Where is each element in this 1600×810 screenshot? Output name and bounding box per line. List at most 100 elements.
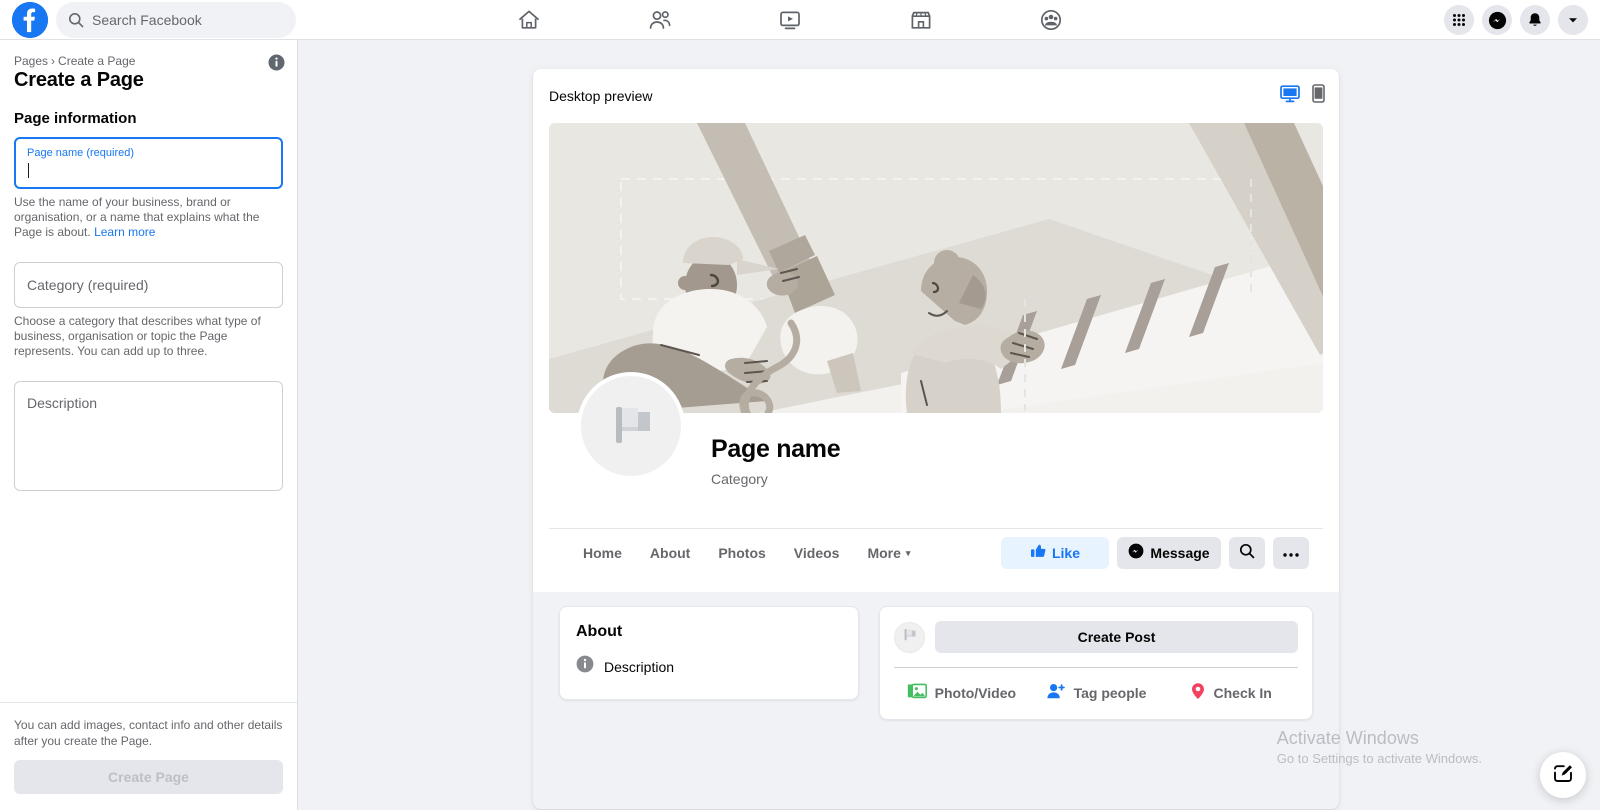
video-play-icon (777, 7, 803, 33)
photo-video-icon (907, 682, 927, 703)
topbar-right-group (1444, 0, 1588, 40)
like-button[interactable]: Like (1001, 537, 1109, 569)
tag-people-icon (1046, 682, 1066, 703)
tab-photos-label: Photos (718, 545, 765, 561)
photo-video-button[interactable]: Photo/Video (894, 676, 1029, 709)
nav-home-button[interactable] (500, 1, 558, 39)
sidebar-footer-note: You can add images, contact info and oth… (14, 717, 283, 749)
create-page-button[interactable]: Create Page (14, 760, 283, 794)
topbar-left-group: Search Facebook (0, 2, 296, 38)
desktop-preview-card: Desktop preview (533, 69, 1339, 809)
create-post-composer[interactable]: Create Post (935, 621, 1298, 653)
like-button-label: Like (1052, 545, 1080, 561)
preview-action-buttons: Like Message (1001, 537, 1309, 569)
preview-tabs-row: Home About Photos Videos More ▾ Like (549, 528, 1323, 576)
compose-fab-button[interactable] (1540, 752, 1586, 798)
mobile-phone-icon[interactable] (1312, 84, 1325, 108)
info-circle-icon (576, 655, 594, 678)
flag-placeholder-icon (901, 626, 918, 648)
search-placeholder: Search Facebook (92, 12, 202, 28)
top-navigation-bar: Search Facebook (0, 0, 1600, 40)
about-description-label: Description (604, 659, 674, 675)
groups-icon (1038, 7, 1064, 33)
preview-body-cards: About Description (559, 606, 1313, 720)
create-page-sidebar: Pages›Create a Page Create a Page Page i… (0, 40, 298, 810)
info-circle-icon[interactable] (268, 54, 285, 71)
page-name-input[interactable]: Page name (required) (14, 137, 283, 189)
message-button-label: Message (1150, 545, 1209, 561)
post-avatar[interactable] (894, 622, 925, 653)
grid-menu-button[interactable] (1444, 5, 1474, 35)
preview-header: Desktop preview (533, 69, 1339, 123)
sidebar-form-area: Pages›Create a Page Create a Page Page i… (0, 40, 297, 702)
friends-icon (647, 7, 673, 33)
description-placeholder: Description (27, 395, 97, 411)
notifications-button[interactable] (1520, 5, 1550, 35)
category-input[interactable]: Category (required) (14, 262, 283, 308)
page-title: Create a Page (14, 69, 283, 92)
messenger-icon (1128, 543, 1144, 562)
tab-more-label: More (867, 545, 900, 561)
nav-watch-button[interactable] (761, 1, 819, 39)
profile-header-row: Page name Category (549, 413, 1323, 528)
photo-video-label: Photo/Video (935, 685, 1016, 701)
sidebar-footer: You can add images, contact info and oth… (0, 702, 297, 810)
preview-search-button[interactable] (1229, 537, 1265, 569)
marketplace-store-icon (908, 7, 934, 33)
create-post-actions: Photo/Video Tag people Check In (894, 667, 1298, 709)
about-card-title: About (576, 623, 842, 641)
category-placeholder: Category (required) (27, 277, 148, 293)
tab-more[interactable]: More ▾ (855, 537, 922, 569)
description-input[interactable]: Description (14, 381, 283, 491)
tab-videos-label: Videos (794, 545, 840, 561)
account-menu-button[interactable] (1558, 5, 1588, 35)
location-pin-icon (1190, 682, 1206, 703)
nav-friends-button[interactable] (631, 1, 689, 39)
avatar[interactable] (577, 372, 685, 480)
create-post-card: Create Post Photo/Video Tag peop (879, 606, 1313, 720)
preview-header-title: Desktop preview (549, 88, 653, 104)
breadcrumb: Pages›Create a Page (14, 54, 283, 68)
create-post-top-row: Create Post (894, 621, 1298, 653)
home-icon (516, 7, 542, 33)
check-in-button[interactable]: Check In (1163, 676, 1298, 709)
messenger-button[interactable] (1482, 5, 1512, 35)
flag-placeholder-icon (604, 397, 658, 456)
check-in-label: Check In (1214, 685, 1272, 701)
page-name-floating-label: Page name (required) (27, 146, 270, 160)
tab-home-label: Home (583, 545, 622, 561)
preview-more-options-button[interactable] (1273, 537, 1309, 569)
facebook-logo-icon[interactable] (12, 2, 48, 38)
tab-videos[interactable]: Videos (782, 537, 852, 569)
preview-tabs: Home About Photos Videos More ▾ (549, 537, 922, 569)
bell-icon (1526, 11, 1544, 29)
message-button[interactable]: Message (1117, 537, 1221, 569)
tab-about-label: About (650, 545, 690, 561)
nav-marketplace-button[interactable] (892, 1, 950, 39)
nav-groups-button[interactable] (1022, 1, 1080, 39)
tab-photos[interactable]: Photos (706, 537, 777, 569)
search-input[interactable]: Search Facebook (56, 2, 296, 38)
page-name-helper-text: Use the name of your business, brand or … (14, 195, 283, 240)
breadcrumb-current: Create a Page (58, 54, 135, 68)
tag-people-button[interactable]: Tag people (1029, 676, 1164, 709)
breadcrumb-parent[interactable]: Pages (14, 54, 48, 68)
monitor-icon[interactable] (1280, 85, 1300, 108)
learn-more-link[interactable]: Learn more (94, 225, 155, 239)
preview-page-name: Page name (711, 435, 840, 464)
tab-home[interactable]: Home (571, 537, 634, 569)
edit-compose-icon (1552, 762, 1574, 789)
category-helper-text: Choose a category that describes what ty… (14, 314, 283, 359)
about-card: About Description (559, 606, 859, 700)
thumbs-up-icon (1030, 543, 1046, 562)
preview-device-toggle-group (1280, 84, 1325, 108)
text-caret (28, 163, 29, 178)
breadcrumb-separator: › (51, 54, 55, 68)
about-description-row[interactable]: Description (576, 655, 842, 678)
cover-illustration (549, 123, 1323, 413)
create-post-label: Create Post (1078, 629, 1156, 645)
main-content-area: Desktop preview (298, 40, 1600, 810)
tag-people-label: Tag people (1074, 685, 1147, 701)
topbar-nav-group (500, 0, 1080, 40)
tab-about[interactable]: About (638, 537, 702, 569)
